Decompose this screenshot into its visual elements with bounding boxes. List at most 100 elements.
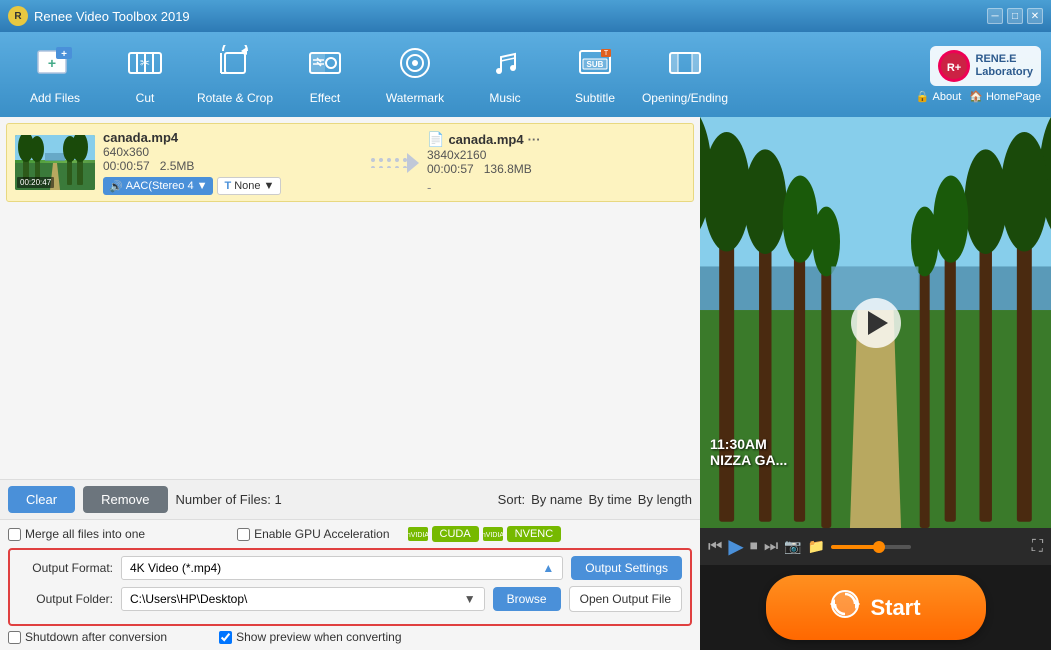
audio-icon: 🔊 xyxy=(109,180,123,193)
overlay-line2: NIZZA GA... xyxy=(710,452,787,468)
shutdown-label[interactable]: Shutdown after conversion xyxy=(8,630,167,644)
svg-text:nVIDIA: nVIDIA xyxy=(483,532,503,539)
close-button[interactable]: ✕ xyxy=(1027,8,1043,24)
cut-icon: ✂ xyxy=(127,45,163,87)
gpu-checkbox-label[interactable]: Enable GPU Acceleration xyxy=(237,527,389,541)
settings-outer: Output Format: 4K Video (*.mp4) ▲ Output… xyxy=(8,548,692,626)
volume-slider[interactable] xyxy=(831,545,911,549)
svg-text:SUB: SUB xyxy=(587,60,604,69)
sort-by-name[interactable]: By name xyxy=(531,492,582,507)
toolbar-add-files[interactable]: + + Add Files xyxy=(10,37,100,112)
stop-button[interactable]: ⏹ xyxy=(750,538,758,556)
thumb-inner: 00:20:47 xyxy=(15,135,95,190)
minimize-button[interactable]: ─ xyxy=(987,8,1003,24)
output-dash: - xyxy=(427,180,431,195)
homepage-link[interactable]: 🏠 HomePage xyxy=(969,90,1041,103)
video-controls: ⏮ ▶ ⏹ ⏭ 📷 📁 ⛶ xyxy=(700,528,1051,565)
skip-back-button[interactable]: ⏮ xyxy=(708,538,722,556)
toolbar-cut[interactable]: ✂ Cut xyxy=(100,37,190,112)
cut-label: Cut xyxy=(136,91,155,105)
app-title: Renee Video Toolbox 2019 xyxy=(34,9,987,24)
toolbar-rotate-crop[interactable]: Rotate & Crop xyxy=(190,37,280,112)
merge-checkbox[interactable] xyxy=(8,528,21,541)
cuda-button[interactable]: CUDA xyxy=(432,526,479,542)
play-icon xyxy=(868,311,888,335)
effect-icon xyxy=(307,45,343,87)
folder-button[interactable]: 📁 xyxy=(808,538,825,555)
file-count: Number of Files: 1 xyxy=(176,492,282,507)
browse-button[interactable]: Browse xyxy=(493,587,561,611)
open-output-button[interactable]: Open Output File xyxy=(569,586,682,612)
music-label: Music xyxy=(489,91,520,105)
add-files-label: Add Files xyxy=(30,91,80,105)
svg-text:R+: R+ xyxy=(946,62,960,74)
shutdown-checkbox[interactable] xyxy=(8,631,21,644)
toolbar-subtitle[interactable]: SUB T Subtitle xyxy=(550,37,640,112)
file-audio-controls: 🔊 AAC(Stereo 4 ▼ T None ▼ xyxy=(103,177,361,195)
brand-name: RENE.ELaboratory xyxy=(976,53,1033,79)
svg-text:✂: ✂ xyxy=(140,56,150,70)
merge-row: Merge all files into one Enable GPU Acce… xyxy=(8,526,692,542)
folder-dropdown-icon: ▼ xyxy=(464,592,476,606)
preview-label[interactable]: Show preview when converting xyxy=(219,630,401,644)
toolbar-right: R+ RENE.ELaboratory 🔒 About 🏠 HomePage xyxy=(916,46,1041,103)
output-file-icon: 📄 xyxy=(427,131,444,148)
bottom-controls: Clear Remove Number of Files: 1 Sort: By… xyxy=(0,479,700,519)
settings-panel: Merge all files into one Enable GPU Acce… xyxy=(0,519,700,650)
subtitle-icon: SUB T xyxy=(577,45,613,87)
subtitle-dropdown-icon: ▼ xyxy=(264,180,275,192)
sort-by-length[interactable]: By length xyxy=(638,492,692,507)
rotate-crop-icon xyxy=(217,45,253,87)
output-settings-dots[interactable]: ··· xyxy=(528,132,541,147)
rotate-crop-label: Rotate & Crop xyxy=(197,91,273,105)
opening-ending-label: Opening/Ending xyxy=(642,91,728,105)
play-pause-button[interactable]: ▶ xyxy=(728,534,743,559)
video-preview: 11:30AM NIZZA GA... xyxy=(700,117,1051,528)
sort-by-time[interactable]: By time xyxy=(588,492,631,507)
folder-select[interactable]: C:\Users\HP\Desktop\ ▼ xyxy=(121,587,485,611)
sort-controls: Sort: By name By time By length xyxy=(498,492,692,507)
maximize-button[interactable]: □ xyxy=(1007,8,1023,24)
opening-ending-icon xyxy=(667,45,703,87)
toolbar-music[interactable]: Music xyxy=(460,37,550,112)
screenshot-button[interactable]: 📷 xyxy=(784,538,801,555)
skip-forward-button[interactable]: ⏭ xyxy=(764,538,778,556)
output-settings-button[interactable]: Output Settings xyxy=(571,556,682,580)
right-panel: 11:30AM NIZZA GA... ⏮ ▶ ⏹ ⏭ 📷 📁 ⛶ xyxy=(700,117,1051,650)
start-button[interactable]: Start xyxy=(766,575,986,640)
file-input-info: canada.mp4 640x360 00:00:57 2.5MB 🔊 AAC(… xyxy=(103,130,361,195)
last-row: Shutdown after conversion Show preview w… xyxy=(8,630,692,644)
output-meta: 00:00:57 136.8MB xyxy=(427,162,685,176)
nvenc-button[interactable]: NVENC xyxy=(507,526,562,542)
preview-checkbox[interactable] xyxy=(219,631,232,644)
clear-button[interactable]: Clear xyxy=(8,486,75,513)
toolbar-opening-ending[interactable]: Opening/Ending xyxy=(640,37,730,112)
remove-button[interactable]: Remove xyxy=(83,486,167,513)
gpu-checkbox[interactable] xyxy=(237,528,250,541)
merge-checkbox-label[interactable]: Merge all files into one xyxy=(8,527,145,541)
about-link[interactable]: 🔒 About xyxy=(916,90,961,103)
audio-select-button[interactable]: 🔊 AAC(Stereo 4 ▼ xyxy=(103,177,213,195)
toolbar-watermark[interactable]: Watermark xyxy=(370,37,460,112)
folder-label: Output Folder: xyxy=(18,592,113,606)
input-dims: 640x360 xyxy=(103,145,361,159)
home-icon: 🏠 xyxy=(969,90,983,103)
format-select[interactable]: 4K Video (*.mp4) ▲ xyxy=(121,556,563,580)
sort-label: Sort: xyxy=(498,492,525,507)
subtitle-select-button[interactable]: T None ▼ xyxy=(217,177,281,195)
start-section: Start xyxy=(700,565,1051,650)
output-filename: canada.mp4 xyxy=(448,132,523,147)
toolbar-effect[interactable]: Effect xyxy=(280,37,370,112)
play-button[interactable] xyxy=(851,298,901,348)
file-item: 00:20:47 canada.mp4 640x360 00:00:57 2.5… xyxy=(6,123,694,202)
left-panel: 00:20:47 canada.mp4 640x360 00:00:57 2.5… xyxy=(0,117,700,650)
toolbar-links: 🔒 About 🏠 HomePage xyxy=(916,90,1041,103)
window-controls: ─ □ ✕ xyxy=(987,8,1043,24)
effect-label: Effect xyxy=(310,91,340,105)
output-dims: 3840x2160 xyxy=(427,148,685,162)
folder-row: Output Folder: C:\Users\HP\Desktop\ ▼ Br… xyxy=(18,586,682,612)
convert-arrow xyxy=(369,148,419,178)
format-dropdown-icon: ▲ xyxy=(542,561,554,575)
fullscreen-button[interactable]: ⛶ xyxy=(1032,538,1043,556)
lock-icon: 🔒 xyxy=(916,90,930,103)
